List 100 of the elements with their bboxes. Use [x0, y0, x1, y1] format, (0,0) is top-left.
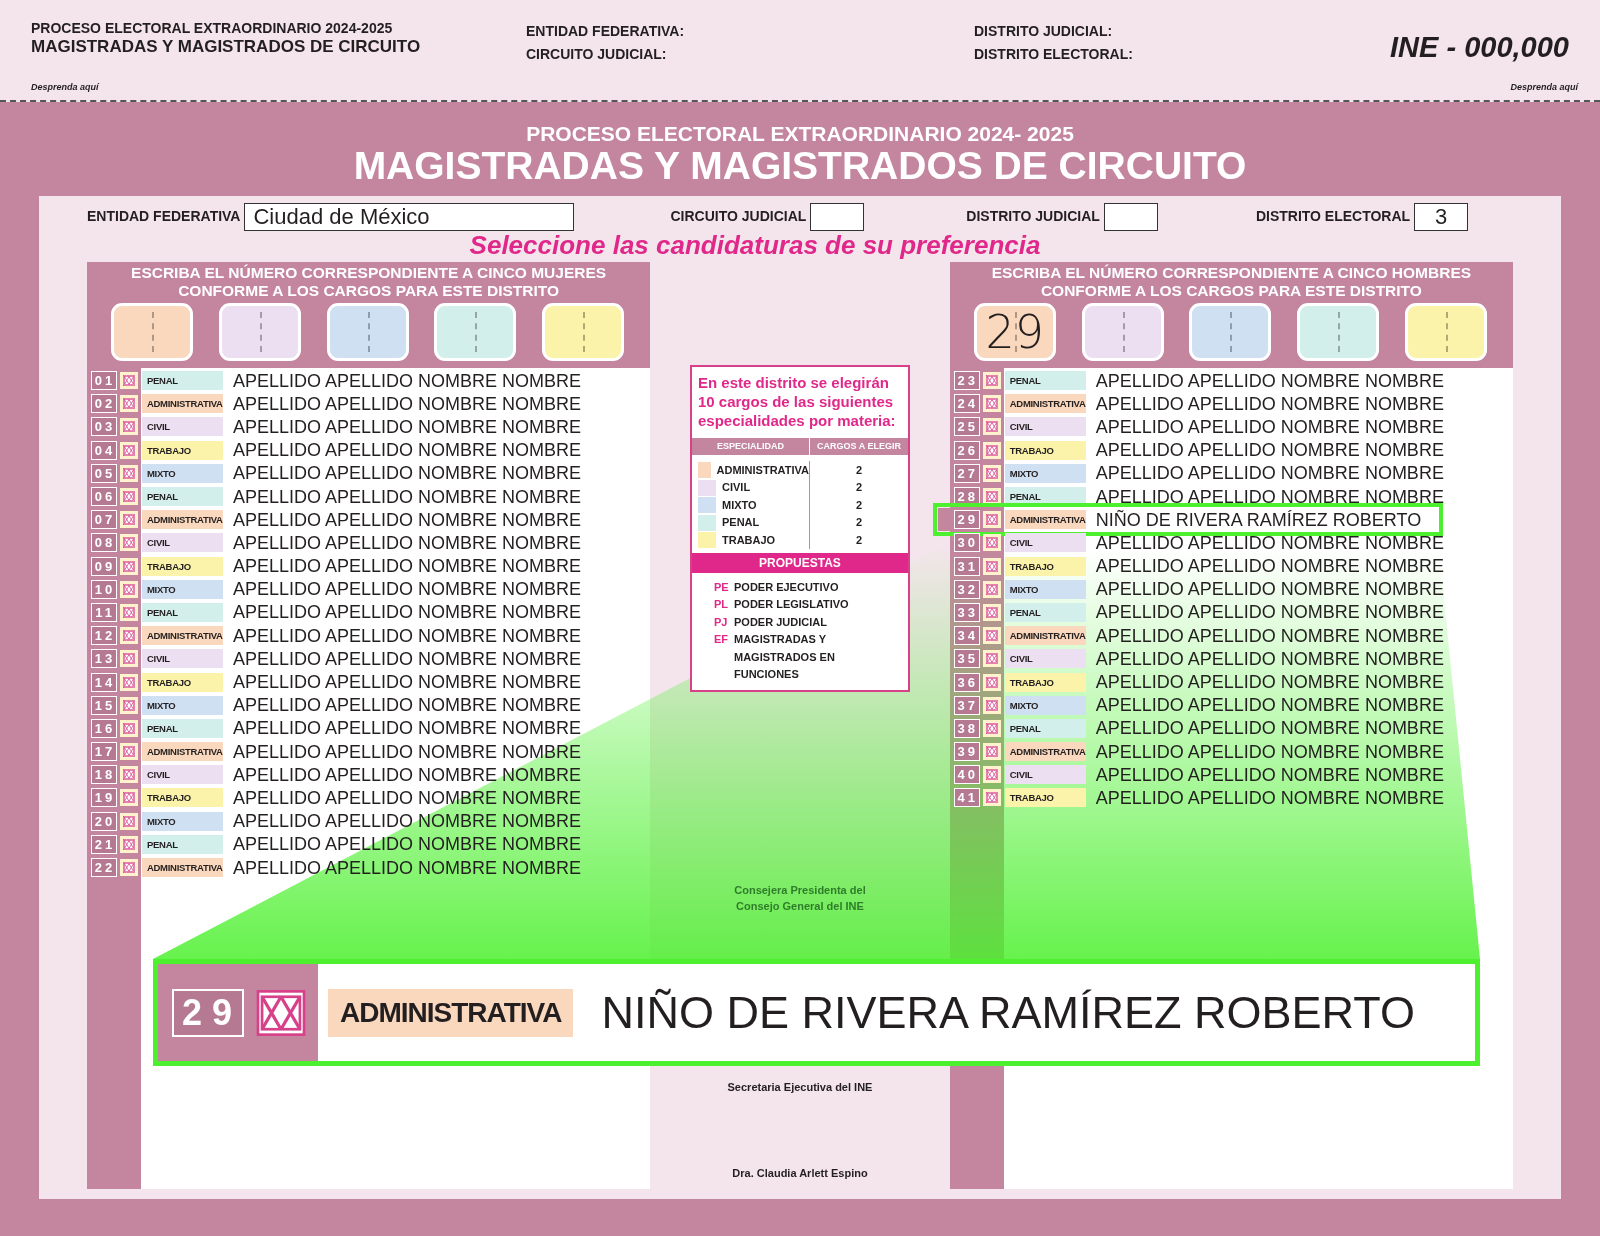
specialty-name: PENAL	[722, 515, 760, 531]
detach-here-label: Desprenda aquí	[1510, 80, 1578, 94]
candidate-number: 35	[953, 649, 980, 669]
specialty-tag: CIVIL	[1004, 649, 1086, 669]
candidate-row[interactable]: 15 MIXTO APELLIDO APELLIDO NOMBRE NOMBRE	[87, 693, 651, 717]
candidate-row[interactable]: 08 CIVIL APELLIDO APELLIDO NOMBRE NOMBRE	[87, 531, 651, 555]
candidate-row[interactable]: 09 TRABAJO APELLIDO APELLIDO NOMBRE NOMBRE	[87, 554, 651, 578]
candidate-number: 01	[91, 371, 117, 391]
number-write-box[interactable]	[218, 303, 301, 361]
number-write-box[interactable]	[542, 303, 625, 361]
proposal-code: EF	[714, 632, 730, 648]
candidate-row[interactable]: 04 TRABAJO APELLIDO APELLIDO NOMBRE NOMBRE	[87, 438, 651, 462]
candidate-row[interactable]: 17 ADMINISTRATIVA APELLIDO APELLIDO NOMBRE NOMBRE	[87, 740, 651, 764]
specialty-tag: ADMINISTRATIVA	[1004, 394, 1086, 414]
candidate-row[interactable]: 05 MIXTO APELLIDO APELLIDO NOMBRE NOMBRE	[87, 461, 651, 485]
number-write-box[interactable]	[1081, 303, 1164, 361]
candidate-row[interactable]: 06 PENAL APELLIDO APELLIDO NOMBRE NOMBRE	[87, 484, 651, 509]
specialty-tag: CIVIL	[1004, 533, 1086, 553]
number-write-box[interactable]	[326, 303, 409, 361]
candidate-row[interactable]: 01 PENAL APELLIDO APELLIDO NOMBRE NOMBRE	[87, 369, 651, 393]
signer-name: Dra. Claudia Arlett Espino	[732, 1166, 868, 1182]
candidate-number: 02	[91, 394, 117, 414]
candidate-name: APELLIDO APELLIDO NOMBRE NOMBRE	[233, 856, 582, 879]
candidate-number: 14	[91, 672, 117, 692]
seat-count: 2	[855, 515, 863, 531]
candidate-row[interactable]: 22 ADMINISTRATIVA APELLIDO APELLIDO NOMBRE NOMBRE	[87, 855, 651, 880]
candidate-row[interactable]: 14 TRABAJO APELLIDO APELLIDO NOMBRE NOMBRE	[87, 670, 651, 694]
candidate-row[interactable]: 13 CIVIL APELLIDO APELLIDO NOMBRE NOMBRE	[87, 647, 651, 671]
candidate-row[interactable]: 26 TRABAJO APELLIDO APELLIDO NOMBRE NOMBRE	[949, 438, 1513, 462]
candidate-row[interactable]: 12 ADMINISTRATIVA APELLIDO APELLIDO NOMBRE NOMBRE	[87, 624, 651, 648]
candidate-name: APELLIDO APELLIDO NOMBRE NOMBRE	[233, 462, 582, 485]
number-write-box[interactable]	[111, 303, 193, 361]
stub-election-title: PROCESO ELECTORAL EXTRAORDINARIO 2024-2025	[31, 20, 394, 37]
ballot-mark-icon	[120, 627, 138, 645]
candidate-number: 11	[91, 602, 117, 622]
ballot-mark-icon	[982, 372, 1001, 390]
candidate-row[interactable]: 24 ADMINISTRATIVA APELLIDO APELLIDO NOMBRE NOMBRE	[949, 392, 1513, 416]
candidate-name: APELLIDO APELLIDO NOMBRE NOMBRE	[1095, 694, 1444, 717]
candidate-name: APELLIDO APELLIDO NOMBRE NOMBRE	[233, 763, 582, 786]
candidate-number: 41	[953, 788, 980, 808]
ballot-mark-icon	[120, 696, 138, 714]
specialty-tag: ADMINISTRATIVA	[1004, 742, 1086, 762]
specialty-tag: PENAL	[142, 371, 223, 391]
candidate-row[interactable]: 23 PENAL APELLIDO APELLIDO NOMBRE NOMBRE	[949, 369, 1513, 393]
folio-number: INE - 000,000	[1390, 30, 1569, 65]
input-field[interactable]	[1103, 203, 1158, 231]
number-write-box[interactable]	[1189, 303, 1272, 361]
candidate-number: 20	[91, 811, 117, 831]
candidate-name: APELLIDO APELLIDO NOMBRE NOMBRE	[233, 647, 582, 670]
candidate-row[interactable]: 18 CIVIL APELLIDO APELLIDO NOMBRE NOMBRE	[87, 763, 651, 787]
instruction-text: Seleccione las candidaturas de su preferencia	[468, 232, 1042, 258]
input-field[interactable]	[810, 203, 865, 231]
candidate-row[interactable]: 27 MIXTO APELLIDO APELLIDO NOMBRE NOMBRE	[949, 461, 1513, 485]
field-label: DISTRITO ELECTORAL	[1255, 207, 1411, 227]
candidate-number: 06	[91, 487, 117, 506]
candidate-name: APELLIDO APELLIDO NOMBRE NOMBRE	[233, 508, 582, 531]
candidate-row[interactable]: 02 ADMINISTRATIVA APELLIDO APELLIDO NOMBRE NOMBRE	[87, 392, 651, 416]
input-field[interactable]: 3	[1414, 203, 1469, 231]
candidate-row[interactable]: 20 MIXTO APELLIDO APELLIDO NOMBRE NOMBRE	[87, 809, 651, 833]
ballot-mark-icon	[982, 534, 1001, 552]
candidate-name: APELLIDO APELLIDO NOMBRE NOMBRE	[233, 392, 582, 415]
specialty-tag: PENAL	[1004, 371, 1086, 391]
stub-field-label: DISTRITO JUDICIAL:	[974, 22, 1114, 41]
candidate-number: 17	[91, 742, 117, 762]
candidate-number: 22	[91, 858, 117, 877]
candidate-row[interactable]: 11 PENAL APELLIDO APELLIDO NOMBRE NOMBRE	[87, 600, 651, 625]
candidate-number: 30	[953, 533, 980, 553]
number-write-box[interactable]	[1297, 303, 1380, 361]
ballot-mark-icon	[120, 464, 138, 482]
ballot-mark-icon	[120, 418, 138, 436]
candidate-row[interactable]: 03 CIVIL APELLIDO APELLIDO NOMBRE NOMBRE	[87, 415, 651, 439]
specialty-tag: TRABAJO	[142, 672, 223, 692]
candidate-name: APELLIDO APELLIDO NOMBRE NOMBRE	[233, 694, 582, 717]
candidate-row[interactable]: 25 CIVIL APELLIDO APELLIDO NOMBRE NOMBRE	[949, 415, 1513, 439]
ballot-mark-icon	[120, 603, 138, 621]
candidate-number: 18	[91, 765, 117, 785]
specialty-tag: ADMINISTRATIVA	[328, 988, 574, 1037]
input-field[interactable]: Ciudad de México	[244, 203, 575, 231]
ballot-mark-icon	[120, 395, 138, 413]
specialty-tag: MIXTO	[142, 579, 223, 599]
number-write-box[interactable]	[1404, 303, 1487, 361]
candidate-number: 27	[953, 463, 980, 483]
proposal-code: PE	[714, 580, 730, 595]
number-write-box[interactable]	[434, 303, 517, 361]
candidate-row[interactable]: 19 TRABAJO APELLIDO APELLIDO NOMBRE NOMBRE	[87, 786, 651, 810]
candidate-number: 16	[91, 718, 117, 738]
candidate-row[interactable]: 30 CIVIL APELLIDO APELLIDO NOMBRE NOMBRE	[949, 531, 1513, 555]
seat-count: 2	[855, 533, 863, 548]
candidate-number: 13	[91, 649, 117, 669]
ballot-mark-icon	[982, 441, 1001, 459]
specialty-tag: MIXTO	[142, 463, 223, 483]
number-write-box[interactable]: 29	[973, 303, 1056, 361]
candidate-row[interactable]: 07 ADMINISTRATIVA APELLIDO APELLIDO NOMBRE NOMBRE	[87, 508, 651, 532]
ballot-mark-icon	[256, 989, 307, 1036]
specialty-name: ADMINISTRATIVA	[716, 463, 809, 478]
candidate-row[interactable]: 10 MIXTO APELLIDO APELLIDO NOMBRE NOMBRE	[87, 577, 651, 601]
proposal-name: MAGISTRADAS Y MAGISTRADOS EN FUNCIONES	[734, 632, 836, 683]
specialty-tag: TRABAJO	[142, 440, 223, 460]
signature-title: Consejera Presidenta del Consejo General del INE	[733, 883, 867, 915]
candidate-row[interactable]: 16 PENAL APELLIDO APELLIDO NOMBRE NOMBRE	[87, 716, 651, 740]
